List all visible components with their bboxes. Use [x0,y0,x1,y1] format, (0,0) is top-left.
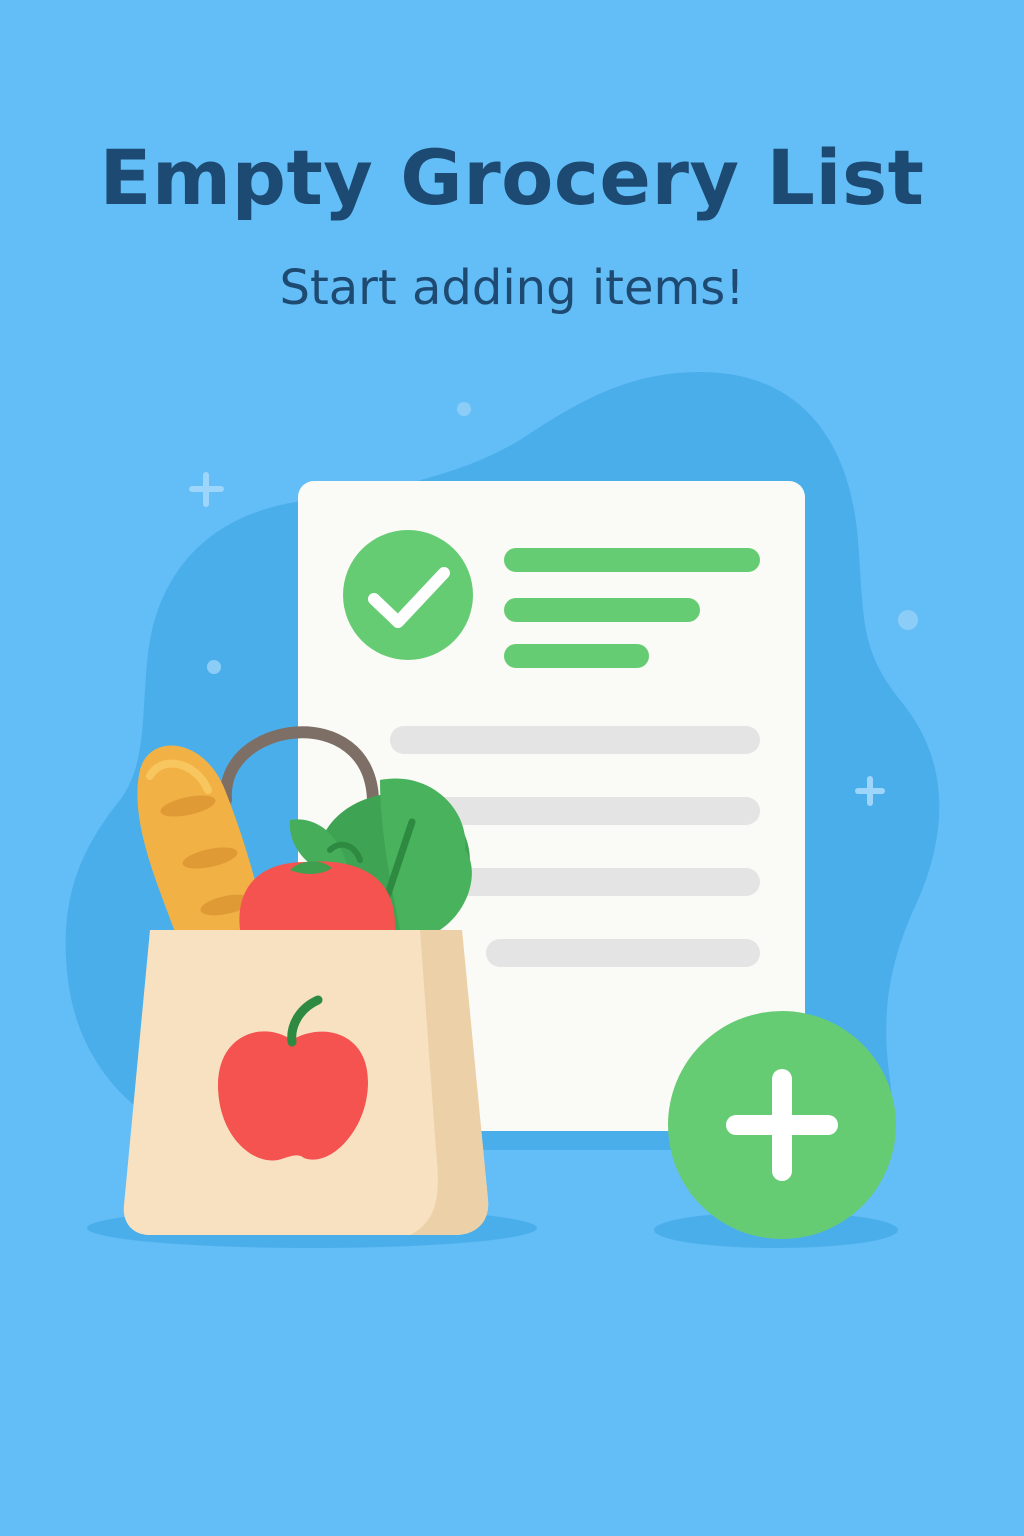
plus-icon-vertical [772,1069,792,1181]
empty-list-illustration [65,372,940,1248]
empty-state-screen: Empty Grocery List Start adding items! [0,0,1024,1536]
checkmark-circle-icon [343,530,473,660]
sparkle-dot [898,610,918,630]
sparkle-dot [207,660,221,674]
sparkle-plus-icon [189,472,224,507]
add-item-button[interactable] [668,1011,896,1239]
sparkle-dot [457,402,471,416]
